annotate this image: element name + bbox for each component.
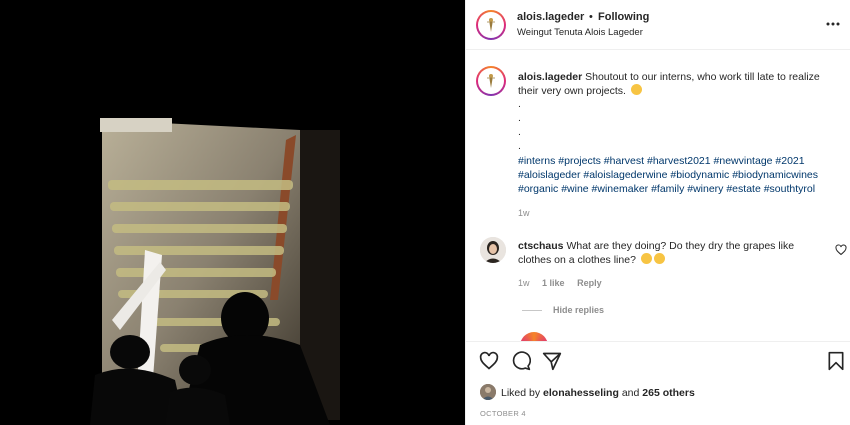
reply-avatar[interactable] <box>520 332 548 341</box>
post-photo[interactable] <box>0 0 465 425</box>
more-options-icon[interactable] <box>825 16 841 32</box>
caption-avatar[interactable] <box>476 66 506 96</box>
hide-replies-button[interactable]: Hide replies <box>553 305 604 315</box>
comment-meta: 1w 1 like Reply <box>518 278 612 288</box>
winery-logo-icon <box>487 74 495 88</box>
liked-by-label: Liked by <box>501 387 541 399</box>
comment-like-count[interactable]: 1 like <box>542 278 565 288</box>
action-bar: Liked by elonahesseling and 265 others O… <box>466 341 850 425</box>
likes-joiner: and <box>621 387 640 399</box>
caption-dot: . <box>518 112 521 124</box>
post-header: alois.lageder • Following Weingut Tenuta… <box>466 0 850 50</box>
caption-username[interactable]: alois.lageder <box>518 71 582 83</box>
caption-hashtags[interactable]: #interns #projects #harvest #harvest2021… <box>518 154 843 196</box>
comments-section[interactable]: alois.lageder Shoutout to our interns, w… <box>466 50 850 341</box>
post-image <box>0 0 465 425</box>
small-heart-icon[interactable] <box>835 244 847 256</box>
caption-dot: . <box>518 126 521 138</box>
other-likes-count[interactable]: 265 others <box>642 387 695 399</box>
commenter-avatar[interactable] <box>480 237 506 263</box>
thinking-emoji <box>640 253 652 264</box>
liker-avatar[interactable] <box>480 384 496 400</box>
liker-username[interactable]: elonahesseling <box>543 387 619 399</box>
header-username[interactable]: alois.lageder <box>517 11 584 23</box>
comment-text: ctschaus What are they doing? Do they dr… <box>518 239 818 267</box>
caption-dot: . <box>518 140 521 152</box>
winery-logo-icon <box>487 18 495 32</box>
reply-button[interactable]: Reply <box>577 278 602 288</box>
avatar-photo <box>480 384 496 400</box>
comment-username[interactable]: ctschaus <box>518 240 564 252</box>
profile-avatar[interactable] <box>476 10 506 40</box>
clapping-hands-emoji <box>630 84 642 95</box>
post-panel: alois.lageder • Following Weingut Tenuta… <box>465 0 850 425</box>
bookmark-icon[interactable] <box>826 351 846 371</box>
header-separator: • <box>589 11 593 23</box>
heart-icon[interactable] <box>479 351 499 371</box>
post-date[interactable]: OCTOBER 4 <box>480 409 526 418</box>
hide-replies-line <box>522 310 542 311</box>
caption-text: alois.lageder Shoutout to our interns, w… <box>518 70 843 98</box>
avatar-photo <box>480 237 506 263</box>
post-location[interactable]: Weingut Tenuta Alois Lageder <box>517 27 643 38</box>
caption-timestamp[interactable]: 1w <box>518 208 530 218</box>
grinning-emoji <box>653 253 665 264</box>
comment-icon[interactable] <box>511 351 531 371</box>
following-button[interactable]: Following <box>598 11 649 23</box>
likes-text: Liked by elonahesseling and 265 others <box>501 387 695 399</box>
comment-timestamp[interactable]: 1w <box>518 278 530 288</box>
caption-dot: . <box>518 98 521 110</box>
share-icon[interactable] <box>542 351 562 371</box>
